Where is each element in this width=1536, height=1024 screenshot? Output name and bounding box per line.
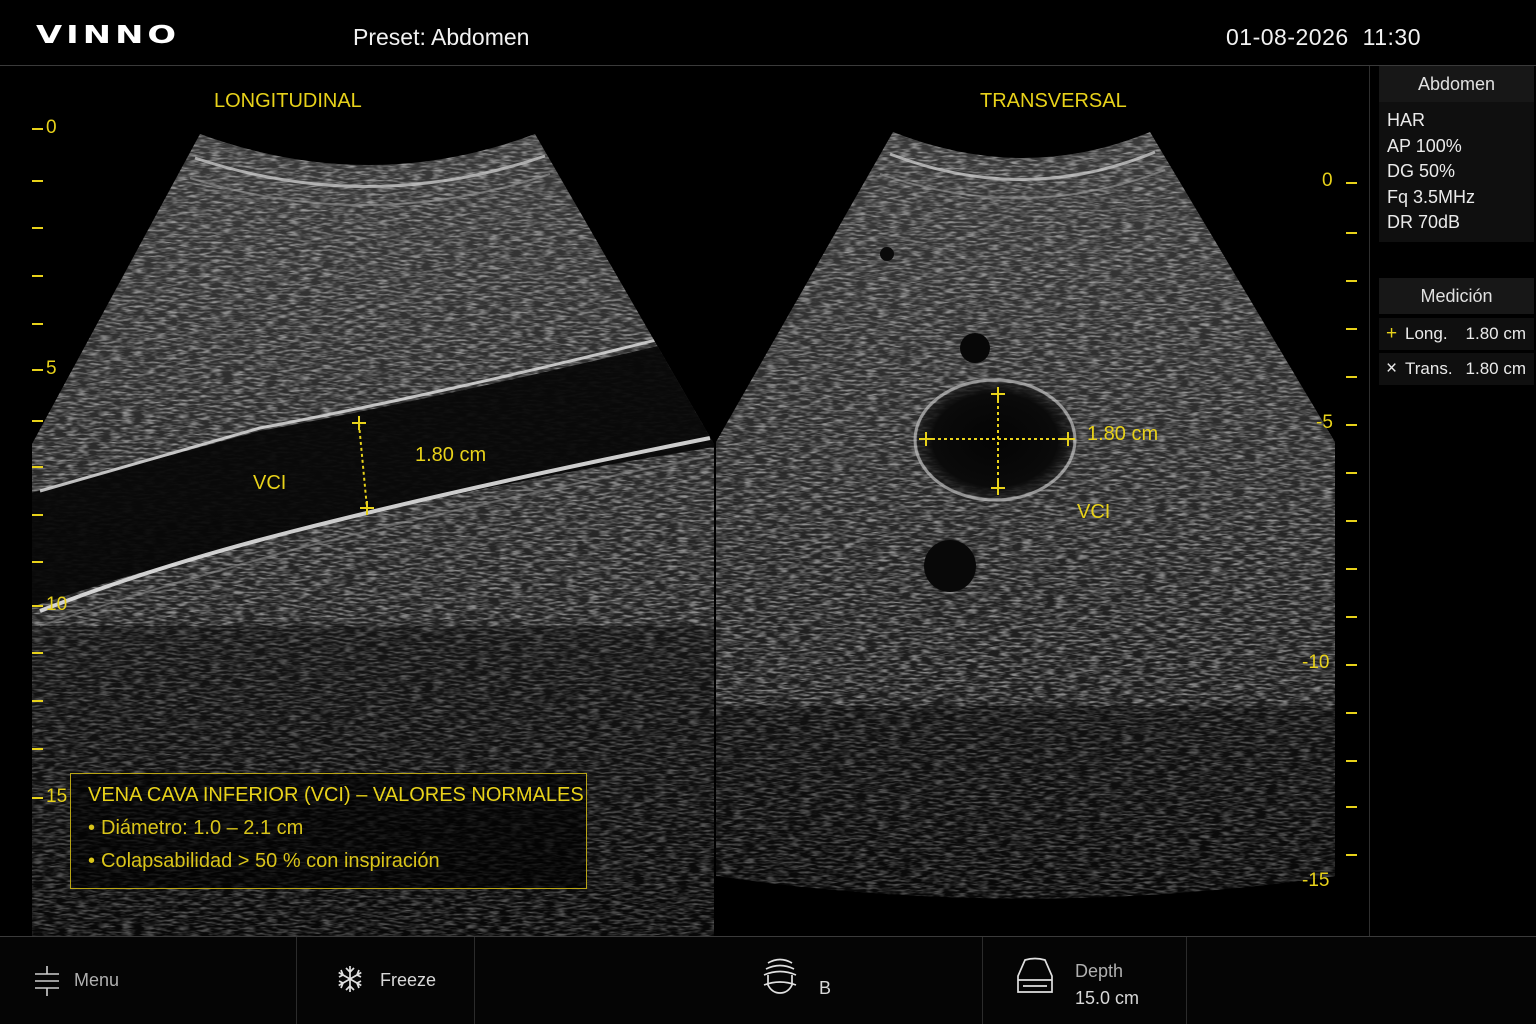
date-text: 01-08-2026 (1226, 24, 1349, 50)
freeze-button[interactable]: Freeze (297, 937, 474, 1024)
preset-panel-header[interactable]: Abdomen (1379, 66, 1534, 102)
freeze-label: Freeze (380, 970, 437, 990)
scale-left-10: 10 (46, 594, 68, 615)
date-time: 01-08-2026 11:30 (1226, 24, 1421, 51)
measurement-trans-label: Trans. (1405, 359, 1453, 378)
top-bar: VINNO Preset: Abdomen 01-08-2026 11:30 (0, 0, 1536, 66)
reference-item-diameter: Diámetro: 1.0 – 2.1 cm (88, 817, 569, 840)
menu-sliders-icon (35, 966, 59, 996)
reference-item-collapsibility: Colapsabilidad > 50 % con inspiración (88, 850, 569, 873)
param-ap: AP 100% (1387, 135, 1462, 156)
mode-b-button[interactable]: B (730, 937, 870, 1024)
vinno-logo: VINNO (36, 20, 181, 49)
param-dr: DR 70dB (1387, 212, 1461, 232)
plus-caliper-icon: + (1386, 323, 1398, 344)
param-dg: DG 50% (1387, 161, 1456, 181)
time-text: 11:30 (1362, 24, 1422, 50)
vci-label-longitudinal: VCI (253, 472, 287, 494)
vci-label-transversal: VCI (1077, 501, 1111, 523)
scale-left-15: 15 (46, 786, 68, 807)
scale-right-10: -10 (1302, 652, 1330, 673)
depth-sector-icon (1017, 957, 1053, 993)
transversal-image (716, 132, 1335, 899)
depth-label: Depth (1075, 961, 1124, 981)
measurement-row-long[interactable]: + Long. 1.80 cm (1379, 318, 1534, 350)
longitudinal-title: LONGITUDINAL (214, 90, 362, 112)
bottom-toolbar: Menu Freeze B Depth 15.0 cm (0, 936, 1536, 1024)
measurement-long-label: Long. (1405, 324, 1448, 343)
vci-reference-box: VENA CAVA INFERIOR (VCI) – VALORES NORMA… (70, 773, 587, 889)
param-har: HAR (1387, 110, 1426, 130)
scale-right-15: -15 (1302, 870, 1330, 891)
scale-right-5: -5 (1316, 412, 1333, 433)
side-panel: Abdomen HAR AP 100% DG 50% Fq 3.5MHz DR … (1369, 66, 1536, 936)
measurement-label-longitudinal: 1.80 cm (415, 444, 487, 466)
menu-button[interactable]: Menu (0, 937, 296, 1024)
probe-b-mode-icon (763, 958, 797, 994)
measurement-panel-header[interactable]: Medición (1379, 278, 1534, 314)
reference-title: VENA CAVA INFERIOR (VCI) – VALORES NORMA… (88, 784, 584, 806)
transversal-title: TRANSVERSAL (980, 90, 1127, 112)
param-fq: Fq 3.5MHz (1387, 186, 1476, 207)
scale-right-0: 0 (1322, 170, 1333, 191)
scale-left-0: 0 (46, 117, 57, 138)
snowflake-icon (338, 966, 362, 992)
measurement-long-value: 1.80 cm (1465, 324, 1526, 343)
depth-control[interactable]: Depth 15.0 cm (983, 937, 1186, 1024)
measurement-trans-value: 1.80 cm (1465, 359, 1526, 378)
preset-label: Preset: (353, 24, 426, 50)
preset-indicator[interactable]: Preset: Abdomen (353, 24, 529, 51)
preset-value: Abdomen (431, 24, 530, 50)
cross-caliper-icon: × (1386, 358, 1398, 379)
measurement-label-transversal: 1.80 cm (1087, 423, 1159, 445)
mode-label: B (819, 978, 832, 998)
measurement-row-trans[interactable]: × Trans. 1.80 cm (1379, 353, 1534, 385)
scale-left-5: 5 (46, 358, 57, 379)
imaging-params: HAR AP 100% DG 50% Fq 3.5MHz DR 70dB (1379, 102, 1534, 242)
depth-value: 15.0 cm (1075, 988, 1140, 1008)
menu-label: Menu (74, 970, 120, 990)
